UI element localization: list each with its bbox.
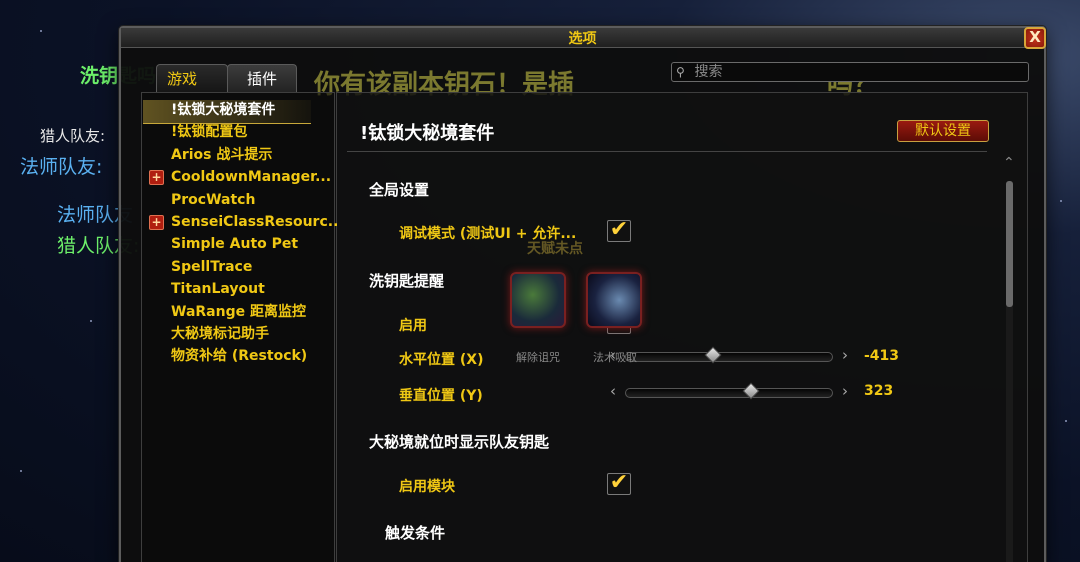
enable-module-checkbox[interactable]: ✔ (607, 472, 631, 495)
addon-list-item[interactable]: 物资补给 (Restock) (171, 346, 337, 366)
window-titlebar[interactable]: 选项 (121, 28, 1044, 48)
section-party-keys: 大秘境就位时显示队友钥匙 (369, 433, 550, 451)
h-position-value: -413 (864, 348, 900, 364)
addon-list-item[interactable]: CooldownManager... (171, 167, 337, 187)
section-wash-key: 洗钥匙提醒 (369, 272, 445, 290)
scrollbar[interactable] (1006, 181, 1013, 562)
h-position-slider[interactable] (625, 346, 833, 364)
star (40, 30, 42, 32)
addon-list-item[interactable]: !钛锁配置包 (171, 122, 337, 142)
v-slider-right-arrow[interactable]: › (839, 382, 851, 400)
mage-party-label: 法师队友: (20, 156, 103, 178)
settings-panel: !钛锁大秘境套件 默认设置 天赋未点 全局设置 调试模式 (测试UI + 允许.… (336, 92, 1028, 562)
addon-list-item[interactable]: Arios 战斗提示 (171, 145, 337, 165)
debug-mode-label: 调试模式 (测试UI + 允许... (399, 226, 577, 242)
star (90, 320, 92, 322)
v-position-value: 323 (864, 383, 894, 399)
tab-game[interactable]: 游戏 (156, 64, 228, 93)
remove-curse-spell-icon (510, 272, 566, 328)
scrollbar-thumb[interactable] (1006, 181, 1013, 307)
enable-label: 启用 (399, 318, 427, 334)
search-placeholder: 搜索 (694, 64, 723, 80)
window-title: 选项 (568, 31, 597, 47)
tab-addons[interactable]: 插件 (227, 64, 297, 93)
expand-icon[interactable]: + (149, 170, 164, 186)
addon-list-item[interactable]: !钛锁大秘境套件 (171, 100, 337, 120)
hunter-party-label: 猎人队友: (40, 127, 106, 145)
star (20, 470, 22, 472)
addon-list-item[interactable]: WaRange 距离监控 (171, 302, 337, 322)
h-position-label: 水平位置 (X) (399, 352, 484, 368)
enable-module-label: 启用模块 (399, 479, 455, 495)
scroll-up-arrow[interactable]: ⌃ (1003, 155, 1015, 171)
default-settings-button[interactable]: 默认设置 (897, 120, 989, 142)
v-slider-thumb[interactable] (742, 382, 760, 400)
v-slider-left-arrow[interactable]: ‹ (607, 382, 619, 400)
search-icon: ⚲ (676, 65, 685, 79)
addon-list-item[interactable]: TitanLayout (171, 279, 337, 299)
debug-mode-checkbox[interactable]: ✔ (607, 219, 631, 242)
search-input[interactable]: ⚲ 搜索 (671, 62, 1029, 82)
star (1065, 420, 1067, 422)
v-position-slider[interactable] (625, 382, 833, 400)
h-slider-right-arrow[interactable]: › (839, 346, 851, 364)
addon-list-item[interactable]: 大秘境标记助手 (171, 324, 337, 344)
trigger-conditions-heading: 触发条件 (385, 524, 446, 542)
h-slider-thumb[interactable] (704, 346, 722, 364)
divider (347, 151, 987, 152)
addon-list-item[interactable]: Simple Auto Pet (171, 234, 337, 254)
addon-list-item[interactable]: SpellTrace (171, 257, 337, 277)
expand-icon[interactable]: + (149, 215, 164, 230)
spellsteal-spell-icon (586, 272, 642, 328)
options-window: 选项 X 你有该副本钥石！是插 吗？ 游戏 插件 ⚲ 搜索 !钛锁大秘境套件 默… (119, 26, 1046, 562)
addon-list-item[interactable]: SenseiClassResourc... (171, 212, 337, 232)
section-global: 全局设置 (369, 181, 430, 199)
addon-list-item[interactable]: ProcWatch (171, 190, 337, 210)
close-button[interactable]: X (1024, 27, 1046, 49)
spell1-caption: 解除诅咒 (516, 351, 560, 364)
panel-title: !钛锁大秘境套件 (360, 123, 495, 144)
v-position-label: 垂直位置 (Y) (399, 388, 483, 404)
spell2-caption: 法术吸取 (593, 351, 637, 364)
star (1060, 200, 1062, 202)
